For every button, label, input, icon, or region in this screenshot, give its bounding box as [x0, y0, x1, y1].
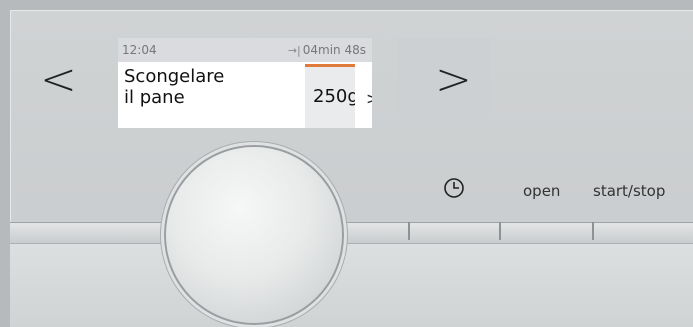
weight-selector[interactable]: 250g > [305, 64, 372, 128]
program-name[interactable]: Scongelare il pane [124, 66, 224, 108]
chevron-right-icon[interactable]: > [366, 89, 372, 108]
control-strip [10, 222, 693, 244]
remaining-time-value: 04min 48s [302, 43, 366, 57]
status-bar: 12:04 →| 04min 48s [118, 38, 372, 62]
program-name-line-1: Scongelare [124, 66, 225, 87]
divider-startstop [592, 222, 594, 240]
start-stop-button[interactable]: start/stop [593, 182, 665, 200]
timer-end-icon: →| [287, 44, 301, 57]
rotary-knob[interactable] [166, 147, 342, 323]
lower-panel [10, 244, 693, 327]
clock-icon[interactable] [443, 177, 465, 203]
next-arrow-button[interactable]: > [435, 58, 472, 102]
current-time: 12:04 [122, 43, 157, 57]
divider-open [499, 222, 501, 240]
divider-clock [408, 222, 410, 240]
open-button[interactable]: open [523, 182, 560, 200]
program-name-line-2: il pane [124, 87, 185, 108]
program-display: 12:04 →| 04min 48s Scongelare il pane 250… [118, 38, 372, 128]
previous-arrow-button[interactable]: < [40, 58, 77, 102]
weight-value: 250g [313, 86, 359, 107]
remaining-time: →| 04min 48s [288, 43, 366, 57]
